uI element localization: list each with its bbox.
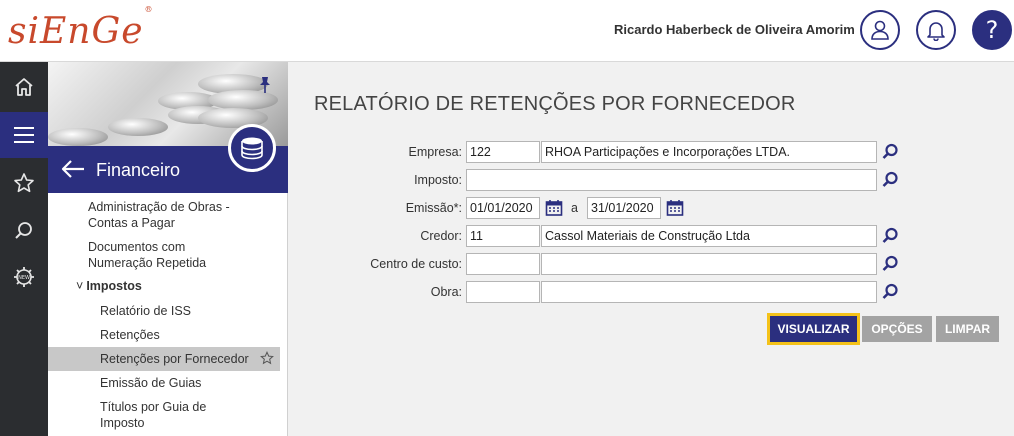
help-icon: ?: [985, 16, 999, 44]
credor-name-input[interactable]: Cassol Materiais de Construção Ltda: [541, 225, 877, 247]
page-title: RELATÓRIO DE RETENÇÕES POR FORNECEDOR: [314, 93, 796, 115]
emissao-from-calendar-button[interactable]: [545, 199, 563, 217]
search-icon: [882, 171, 898, 187]
centro-custo-code-input[interactable]: [466, 253, 540, 275]
menu-item-emissao-guias[interactable]: Emissão de Guias: [48, 375, 280, 391]
help-button[interactable]: ?: [972, 10, 1012, 50]
bell-icon: [927, 22, 945, 41]
centro-custo-name-input[interactable]: [541, 253, 877, 275]
empresa-lookup-button[interactable]: [880, 142, 900, 162]
coins-stack-icon: [241, 137, 263, 160]
module-title: Financeiro: [96, 160, 181, 180]
imposto-input[interactable]: [466, 169, 877, 191]
menu-nav-button[interactable]: [0, 112, 48, 158]
back-button[interactable]: [60, 158, 86, 185]
empresa-name-input[interactable]: RHOA Participações e Incorporações LTDA.: [541, 141, 877, 163]
visualizar-button[interactable]: VISUALIZAR: [767, 313, 860, 345]
obra-label: Obra:: [430, 285, 462, 299]
emissao-label: Emissão*:: [405, 201, 462, 215]
pin-menu-button[interactable]: [258, 76, 272, 99]
main-content: RELATÓRIO DE RETENÇÕES POR FORNECEDOR Em…: [289, 62, 1014, 436]
home-icon: [15, 78, 33, 96]
opcoes-button[interactable]: OPÇÕES: [862, 316, 932, 342]
menu-item-administracao-obras[interactable]: Administração de Obras - Contas a Pagar: [48, 199, 280, 231]
menu-item-relatorio-iss[interactable]: Relatório de ISS: [48, 303, 280, 319]
menu-item-titulos-guia-imposto[interactable]: Títulos por Guia de Imposto: [48, 399, 280, 431]
calendar-icon: [666, 200, 684, 216]
menu-group-impostos[interactable]: ˅ Impostos: [76, 279, 142, 293]
centro-custo-label: Centro de custo:: [370, 257, 462, 271]
obra-lookup-button[interactable]: [880, 282, 900, 302]
notifications-button[interactable]: [916, 10, 956, 50]
limpar-button[interactable]: LIMPAR: [936, 316, 999, 342]
search-nav-button[interactable]: [0, 208, 48, 254]
favorite-star-icon[interactable]: [260, 351, 274, 369]
settings-nav-button[interactable]: NEW: [0, 254, 48, 300]
emissao-from-input[interactable]: 01/01/2020: [466, 197, 540, 219]
menu-item-retencoes[interactable]: Retenções: [48, 327, 280, 343]
menu-item-label: Retenções por Fornecedor: [100, 352, 249, 366]
credor-lookup-button[interactable]: [880, 226, 900, 246]
search-icon: [15, 222, 32, 239]
menu-icon: [14, 127, 34, 143]
user-icon: [871, 20, 889, 40]
obra-name-input[interactable]: [541, 281, 877, 303]
credor-label: Credor:: [420, 229, 462, 243]
svg-text:NEW: NEW: [18, 275, 30, 281]
top-bar: siEnGe® Ricardo Haberbeck de Oliveira Am…: [0, 0, 1014, 62]
search-icon: [882, 227, 898, 243]
imposto-lookup-button[interactable]: [880, 170, 900, 190]
icon-nav-bar: NEW: [0, 62, 48, 436]
chevron-down-icon: ˅: [76, 279, 84, 293]
home-nav-button[interactable]: [0, 64, 48, 110]
star-icon: [14, 173, 34, 193]
finance-module-badge: [228, 124, 276, 172]
favorites-nav-button[interactable]: [0, 160, 48, 206]
settings-icon: NEW: [14, 267, 34, 287]
pin-icon: [260, 77, 270, 93]
date-range-separator: a: [571, 201, 578, 215]
module-sidebar: Financeiro Administração de Obras - Cont…: [48, 62, 288, 436]
search-icon: [882, 255, 898, 271]
user-profile-button[interactable]: [860, 10, 900, 50]
centro-custo-lookup-button[interactable]: [880, 254, 900, 274]
obra-code-input[interactable]: [466, 281, 540, 303]
search-icon: [882, 143, 898, 159]
emissao-to-calendar-button[interactable]: [666, 199, 684, 217]
emissao-to-input[interactable]: 31/01/2020: [587, 197, 661, 219]
user-name: Ricardo Haberbeck de Oliveira Amorim: [614, 22, 855, 37]
menu-item-retencoes-fornecedor[interactable]: Retenções por Fornecedor: [48, 347, 280, 371]
imposto-label: Imposto:: [414, 173, 462, 187]
sienge-logo[interactable]: siEnGe®: [8, 5, 154, 52]
credor-code-input[interactable]: 11: [466, 225, 540, 247]
empresa-code-input[interactable]: 122: [466, 141, 540, 163]
search-icon: [882, 283, 898, 299]
empresa-label: Empresa:: [408, 145, 463, 159]
calendar-icon: [545, 200, 563, 216]
arrow-left-icon: [61, 160, 84, 178]
menu-item-documentos-numeracao[interactable]: Documentos com Numeração Repetida: [48, 239, 280, 271]
